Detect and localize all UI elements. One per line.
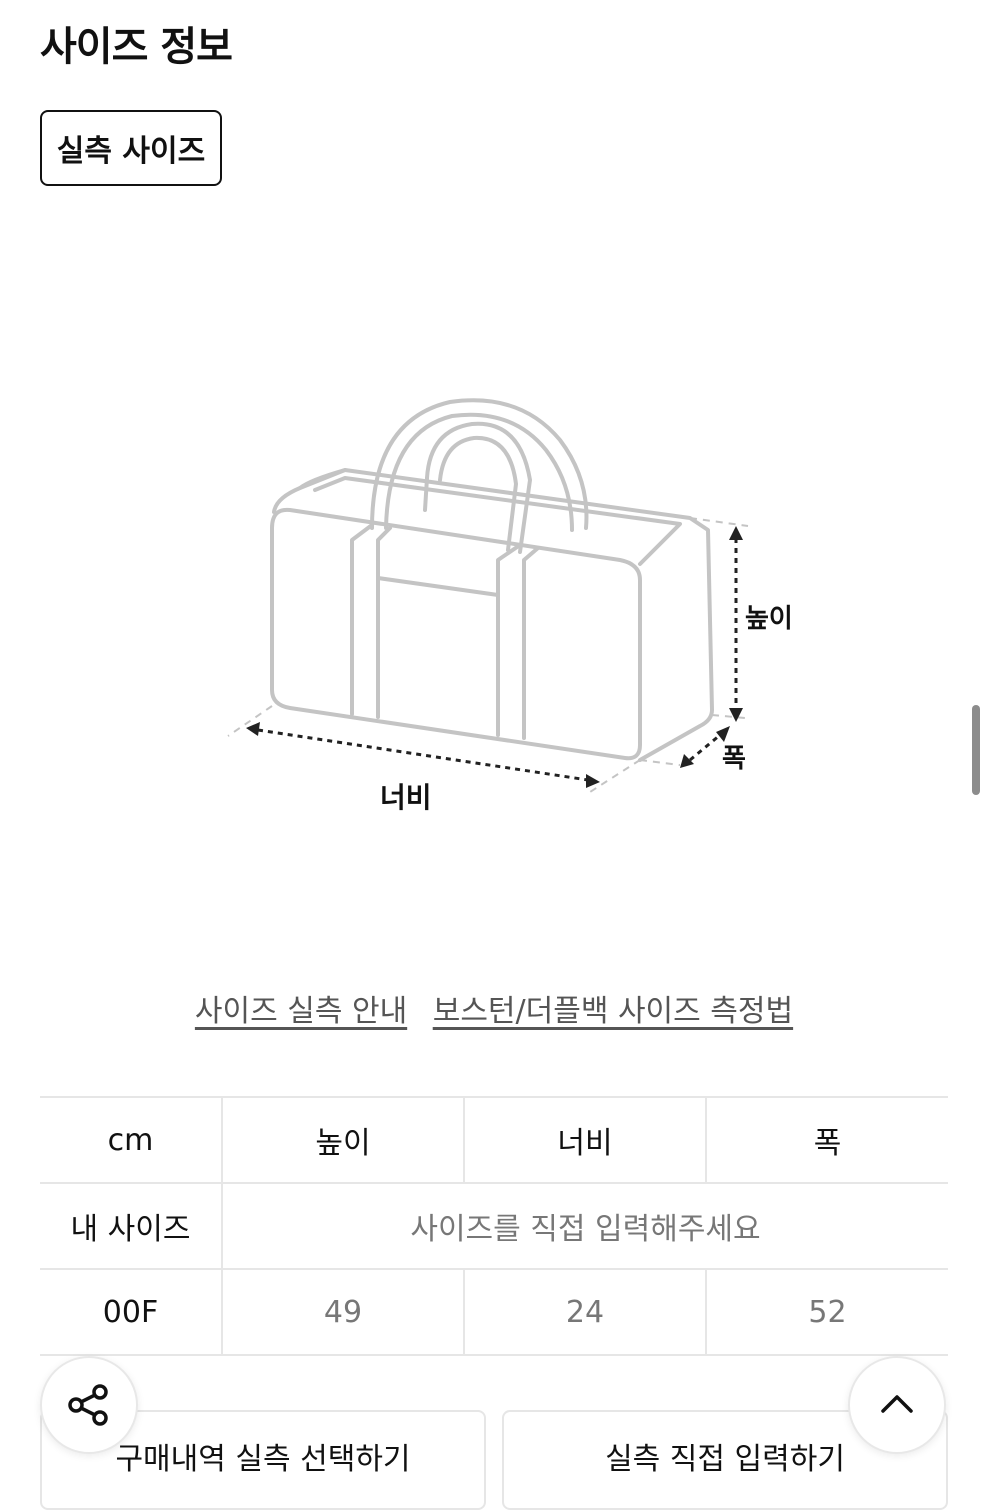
size-measure-guide-link[interactable]: 사이즈 실측 안내	[195, 994, 407, 1029]
chevron-up-icon	[881, 1395, 913, 1413]
width-value: 24	[463, 1268, 706, 1356]
boston-bag-measure-link[interactable]: 보스턴/더플백 사이즈 측정법	[433, 994, 793, 1029]
height-label: 높이	[745, 604, 793, 634]
share-button[interactable]	[40, 1356, 138, 1454]
my-size-row: 내 사이즈 사이즈를 직접 입력해주세요	[40, 1182, 948, 1270]
share-icon	[68, 1384, 108, 1426]
bag-diagram: 높이 폭 너비	[0, 380, 988, 840]
depth-header: 폭	[705, 1096, 948, 1184]
page-title: 사이즈 정보	[40, 24, 233, 70]
guide-links: 사이즈 실측 안내 보스턴/더플백 사이즈 측정법	[0, 986, 988, 1030]
tab-measured-size[interactable]: 실측 사이즈	[40, 110, 222, 186]
unit-header: cm	[40, 1096, 222, 1184]
size-name: 00F	[40, 1268, 222, 1356]
size-table: cm 높이 너비 폭 내 사이즈 사이즈를 직접 입력해주세요 00F 49 2…	[40, 1096, 948, 1356]
table-header-row: cm 높이 너비 폭	[40, 1096, 948, 1184]
width-label: 너비	[380, 781, 432, 814]
scroll-top-button[interactable]	[848, 1356, 946, 1454]
table-row: 00F 49 24 52	[40, 1268, 948, 1356]
height-value: 49	[221, 1268, 464, 1356]
boston-bag-illustration	[227, 398, 749, 793]
height-header: 높이	[221, 1096, 464, 1184]
width-header: 너비	[463, 1096, 706, 1184]
scrollbar[interactable]	[972, 705, 980, 795]
my-size-label: 내 사이즈	[40, 1182, 222, 1270]
my-size-input-prompt[interactable]: 사이즈를 직접 입력해주세요	[221, 1182, 948, 1270]
depth-value: 52	[705, 1268, 948, 1356]
depth-label: 폭	[722, 744, 746, 774]
